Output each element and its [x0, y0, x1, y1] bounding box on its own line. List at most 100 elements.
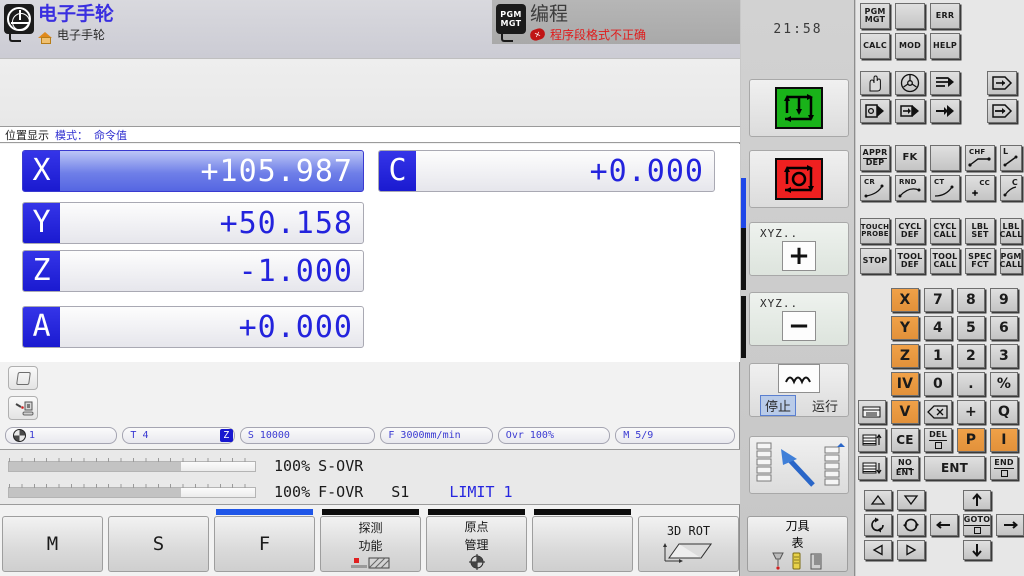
key-err[interactable]: ERR: [930, 3, 960, 29]
workpiece-preset-icon[interactable]: [8, 366, 38, 390]
header-tab-program[interactable]: PGM MGT PGMMGT 编程 × 程序段格式不正确: [492, 0, 740, 44]
key-cycl-call[interactable]: CYCL CALL: [930, 218, 960, 244]
key-page-up[interactable]: [864, 490, 892, 510]
key-blank-1[interactable]: [895, 3, 925, 29]
key-calc[interactable]: CALC: [860, 33, 890, 59]
axis-row-x[interactable]: X +105.987: [22, 150, 364, 192]
vkey-axis-minus[interactable]: XYZ.. −: [749, 292, 849, 346]
key-rnd[interactable]: RND: [895, 175, 925, 201]
key-program-test[interactable]: [930, 99, 960, 123]
key-axis-x[interactable]: X: [891, 288, 919, 312]
key-arrow-right[interactable]: [996, 514, 1024, 536]
key-touch-probe[interactable]: TOUCH PROBE: [860, 218, 890, 244]
key-c[interactable]: C: [1000, 175, 1022, 201]
key-next-right[interactable]: [897, 540, 925, 560]
key-prev-left[interactable]: [864, 540, 892, 560]
key-0[interactable]: 0: [924, 372, 952, 396]
key-plus-minus[interactable]: +: [957, 400, 985, 424]
tool-chip[interactable]: T 4 Z: [122, 427, 235, 444]
key-cc[interactable]: CC: [965, 175, 995, 201]
axis-row-y[interactable]: Y +50.158: [22, 202, 364, 244]
key-rotate-ccw[interactable]: [864, 514, 892, 536]
axis-row-c[interactable]: C +0.000: [378, 150, 715, 192]
key-9[interactable]: 9: [990, 288, 1018, 312]
key-del[interactable]: DEL: [924, 428, 952, 452]
scroll-indicator-active[interactable]: [741, 178, 746, 228]
key-ce[interactable]: CE: [891, 428, 919, 452]
key-block-select[interactable]: [858, 400, 886, 424]
feed-override-bar[interactable]: [8, 483, 256, 498]
key-decimal[interactable]: .: [957, 372, 985, 396]
key-fk[interactable]: FK: [895, 145, 925, 171]
key-cr[interactable]: CR: [860, 175, 890, 201]
spindle-override-bar[interactable]: [8, 457, 256, 472]
key-i[interactable]: I: [990, 428, 1018, 452]
key-program-run-full[interactable]: [895, 99, 925, 123]
softkey-empty[interactable]: [532, 516, 633, 572]
header-tab-active[interactable]: 电子手轮 电子手轮: [0, 0, 114, 58]
feed-chip[interactable]: F 3000mm/min: [380, 427, 493, 444]
key-1[interactable]: 1: [924, 344, 952, 368]
key-q[interactable]: Q: [990, 400, 1018, 424]
softkey-f[interactable]: F: [214, 516, 315, 572]
datum-chip[interactable]: 1: [5, 427, 118, 444]
key-6[interactable]: 6: [990, 316, 1018, 340]
vkey-red-contour[interactable]: [749, 150, 849, 208]
vkey-axis-plus[interactable]: XYZ.. +: [749, 222, 849, 276]
key-spec-fct[interactable]: SPEC FCT: [965, 248, 995, 274]
key-appr-dep[interactable]: APPR DEP: [860, 145, 890, 171]
mfunc-chip[interactable]: M 5/9: [615, 427, 736, 444]
key-tool-call[interactable]: TOOL CALL: [930, 248, 960, 274]
axis-row-a[interactable]: A +0.000: [22, 306, 364, 348]
key-tool-def[interactable]: TOOL DEF: [895, 248, 925, 274]
key-pgm-call[interactable]: PGM CALL: [999, 248, 1022, 274]
key-lbl-call[interactable]: LBL CALL: [999, 218, 1022, 244]
key-no-ent[interactable]: NO ENT: [891, 456, 919, 480]
key-backspace[interactable]: [924, 400, 952, 424]
vkey-softkey-select[interactable]: [749, 436, 849, 494]
key-positioning-mdi[interactable]: [930, 71, 960, 95]
vkey-handwheel-run[interactable]: 停止 运行: [749, 363, 849, 417]
key-rotate-cw[interactable]: [897, 514, 925, 536]
key-axis-y[interactable]: Y: [891, 316, 919, 340]
softkey-3d-rot[interactable]: 3D ROT: [638, 516, 739, 572]
softkey-s[interactable]: S: [108, 516, 209, 572]
key-4[interactable]: 4: [924, 316, 952, 340]
axis-row-z[interactable]: Z -1.000: [22, 250, 364, 292]
vkey-green-contour[interactable]: [749, 79, 849, 137]
key-axis-v[interactable]: V: [891, 400, 919, 424]
spindle-chip[interactable]: S 10000: [239, 427, 376, 444]
key-chf[interactable]: CHF: [965, 145, 995, 171]
key-program-run-single[interactable]: [860, 99, 890, 123]
softkey-datum[interactable]: 原点 管理: [426, 516, 527, 572]
key-handwheel[interactable]: [895, 71, 925, 95]
key-arrow-down[interactable]: [963, 540, 991, 560]
key-8[interactable]: 8: [957, 288, 985, 312]
key-p[interactable]: P: [957, 428, 985, 452]
key-7[interactable]: 7: [924, 288, 952, 312]
key-arrow-up[interactable]: [963, 490, 991, 510]
key-2[interactable]: 2: [957, 344, 985, 368]
softkey-tool-table[interactable]: 刀具 表: [747, 516, 848, 572]
override-chip[interactable]: Ovr 100%: [497, 427, 611, 444]
softkey-m[interactable]: M: [2, 516, 103, 572]
key-help[interactable]: HELP: [930, 33, 960, 59]
key-axis-z[interactable]: Z: [891, 344, 919, 368]
key-blank-2[interactable]: [930, 145, 960, 171]
key-goto[interactable]: GOTO: [963, 514, 991, 536]
probe-preset-icon[interactable]: [8, 396, 38, 420]
key-line[interactable]: L: [1000, 145, 1022, 171]
key-pgm-mgt[interactable]: PGM MGT: [860, 3, 890, 29]
key-cycl-def[interactable]: CYCL DEF: [895, 218, 925, 244]
key-block-up[interactable]: [858, 428, 886, 452]
key-mod[interactable]: MOD: [895, 33, 925, 59]
key-ct[interactable]: CT: [930, 175, 960, 201]
key-page-down[interactable]: [897, 490, 925, 510]
key-lbl-set[interactable]: LBL SET: [965, 218, 995, 244]
key-stop[interactable]: STOP: [860, 248, 890, 274]
key-end[interactable]: END: [990, 456, 1018, 480]
key-block-down[interactable]: [858, 456, 886, 480]
key-manual-operation[interactable]: [860, 71, 890, 95]
softkey-probe[interactable]: 探测 功能: [320, 516, 421, 572]
key-3[interactable]: 3: [990, 344, 1018, 368]
